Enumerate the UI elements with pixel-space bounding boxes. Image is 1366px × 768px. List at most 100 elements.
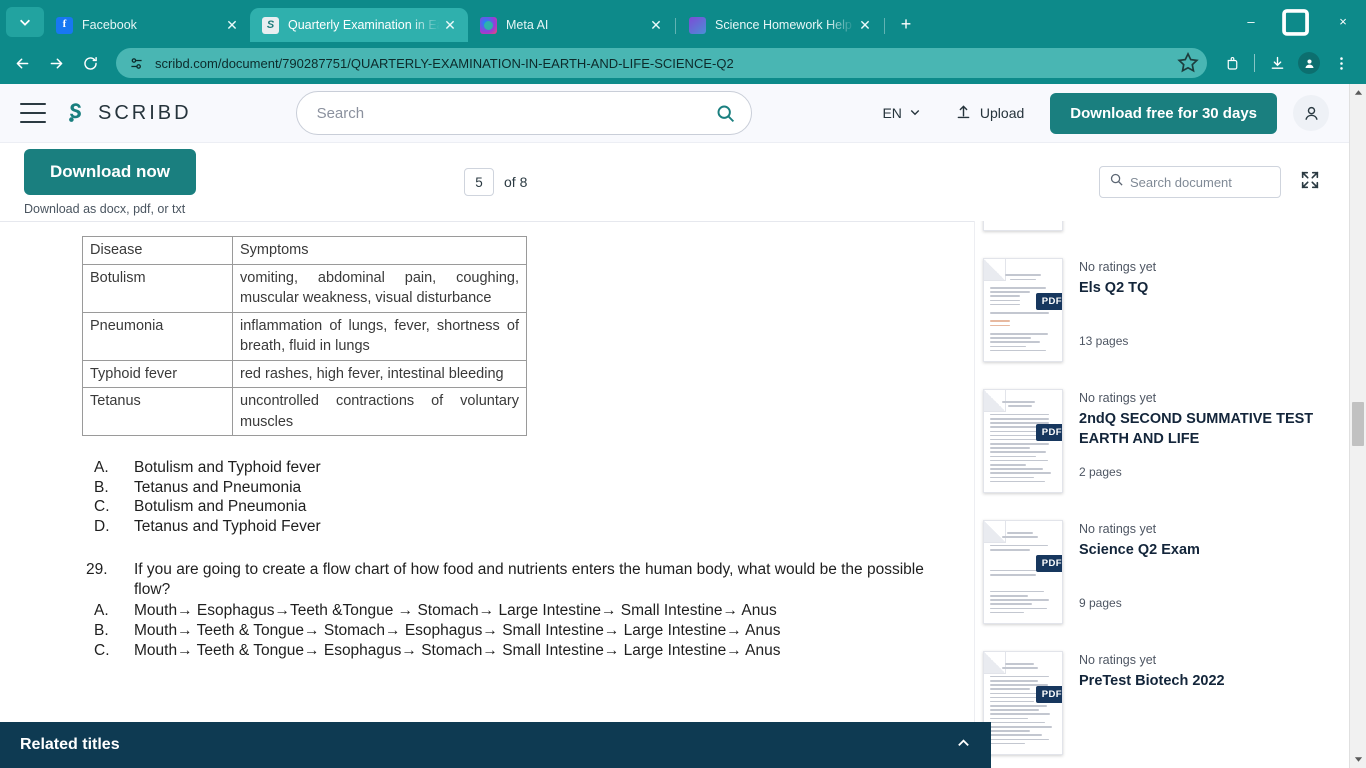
chevron-up-icon[interactable] (956, 736, 971, 755)
choice-d: D. Tetanus and Typhoid Fever (82, 517, 974, 537)
list-item[interactable]: PDF No ratings yet Science Q2 Exam 9 pag… (983, 512, 1329, 643)
related-titles-label: Related titles (20, 736, 120, 753)
search-icon[interactable] (709, 96, 743, 130)
question-29-choices: A. Mouth→ Esophagus→Teeth &Tongue → Stom… (82, 601, 974, 660)
document-search-input[interactable] (1130, 174, 1271, 190)
page-count: 13 pages (1079, 334, 1129, 348)
list-item[interactable]: PDF No ratings yet Els Q2 TQ 13 pages (983, 250, 1329, 381)
scribd-logo[interactable]: SCRIBD (62, 100, 192, 126)
profile-avatar[interactable] (1294, 48, 1324, 78)
tab-strip: f Facebook ✕ S Quarterly Examination in … (0, 0, 1366, 42)
reload-icon[interactable] (74, 47, 106, 79)
tab-facebook[interactable]: f Facebook ✕ (44, 8, 250, 42)
header-actions: EN Upload Download free for 30 days (866, 92, 1329, 134)
table-row: Pneumonia inflammation of lungs, fever, … (82, 311, 527, 361)
tab-meta-ai[interactable]: Meta AI ✕ (468, 8, 674, 42)
address-bar[interactable]: scribd.com/document/790287751/QUARTERLY-… (116, 48, 1207, 78)
search-input[interactable] (316, 104, 709, 122)
document-thumbnail[interactable]: PDF (983, 258, 1063, 362)
back-icon[interactable] (6, 47, 38, 79)
question-text: If you are going to create a flow chart … (134, 561, 924, 598)
list-item[interactable]: PDF No ratings yet PreTest Biotech 2022 (983, 643, 1329, 768)
choice-c: C. Botulism and Pneumonia (82, 497, 974, 517)
menu-icon[interactable] (20, 103, 46, 123)
scribd-site-header: SCRIBD EN Uploa (0, 84, 1349, 143)
current-page-input[interactable]: 5 (464, 168, 494, 196)
symptoms-cell: uncontrolled contractions of voluntary m… (232, 387, 527, 436)
choice-text: Mouth→ Esophagus→Teeth &Tongue → Stomach… (134, 602, 777, 619)
close-icon[interactable]: ✕ (222, 15, 242, 35)
table-row: Botulism vomiting, abdominal pain, cough… (82, 263, 527, 313)
tab-divider (675, 18, 676, 34)
browser-chrome: f Facebook ✕ S Quarterly Examination in … (0, 0, 1366, 84)
pdf-badge: PDF (1035, 293, 1062, 310)
document-thumbnail[interactable]: PDF (983, 520, 1063, 624)
upload-button[interactable]: Upload (937, 103, 1042, 123)
minimize-button[interactable]: – (1228, 6, 1274, 36)
upload-label: Upload (979, 105, 1025, 121)
rating-label: No ratings yet (1079, 391, 1157, 405)
related-titles-rail[interactable]: PDF 2022 PT 2 Earthlifesci11 3 pages PDF… (974, 221, 1349, 768)
new-tab-button[interactable]: + (892, 10, 920, 38)
scribd-icon: S (262, 16, 279, 34)
tab-title: Meta AI (506, 18, 549, 32)
download-free-trial-button[interactable]: Download free for 30 days (1050, 92, 1277, 134)
scroll-down-arrow[interactable] (1350, 751, 1366, 768)
tab-search-button[interactable] (6, 7, 44, 37)
related-title[interactable]: PreTest Biotech 2022 (1079, 671, 1329, 691)
download-now-button[interactable]: Download now (24, 148, 196, 195)
page-navigation: 5 of 8 (464, 168, 527, 196)
tab-title: Science Homework Help | Study (715, 18, 855, 32)
pdf-badge: PDF (1035, 424, 1062, 441)
scribd-mark-icon (62, 100, 88, 126)
downloads-icon[interactable] (1262, 48, 1292, 78)
page-scrollbar[interactable] (1349, 84, 1366, 768)
omnibox-row: scribd.com/document/790287751/QUARTERLY-… (0, 42, 1366, 84)
upload-icon (955, 103, 972, 123)
choice-letter: D. (94, 517, 110, 535)
list-item-meta: No ratings yet PreTest Biotech 2022 (1079, 651, 1329, 768)
site-settings-icon[interactable] (128, 55, 145, 72)
fullscreen-icon[interactable] (1299, 169, 1325, 195)
document-thumbnail[interactable]: PDF (983, 651, 1063, 755)
question-number: 29. (86, 561, 108, 578)
document-page-5: Disease Symptoms Botulism vomiting, abdo… (0, 222, 974, 660)
site-search[interactable] (295, 91, 752, 135)
choice-letter: C. (94, 641, 110, 659)
close-window-button[interactable]: × (1320, 6, 1366, 36)
close-icon[interactable]: ✕ (646, 15, 666, 35)
document-thumbnail[interactable]: PDF (983, 389, 1063, 493)
related-title[interactable]: 2ndQ SECOND SUMMATIVE TEST EARTH AND LIF… (1079, 409, 1329, 449)
scrollbar-thumb[interactable] (1352, 402, 1364, 446)
document-search[interactable] (1099, 166, 1281, 198)
extensions-icon[interactable] (1217, 48, 1247, 78)
bookmark-star-icon[interactable] (1175, 50, 1201, 76)
choice-letter: A. (94, 602, 109, 619)
disease-cell: Pneumonia (82, 311, 233, 361)
scroll-up-arrow[interactable] (1350, 84, 1366, 101)
list-item[interactable]: PDF 2022 PT 2 Earthlifesci11 3 pages (983, 221, 1329, 250)
document-thumbnail[interactable]: PDF (983, 221, 1063, 231)
close-icon[interactable]: ✕ (855, 15, 875, 35)
maximize-button[interactable] (1274, 6, 1320, 36)
language-selector[interactable]: EN (866, 105, 936, 121)
brand-text: SCRIBD (98, 101, 192, 124)
thumbnail-lines (990, 659, 1056, 747)
document-body[interactable]: Disease Symptoms Botulism vomiting, abdo… (0, 221, 974, 768)
chrome-menu-icon[interactable] (1326, 48, 1356, 78)
forward-icon[interactable] (40, 47, 72, 79)
related-title[interactable]: Science Q2 Exam (1079, 540, 1329, 560)
tab-scribd-quarterly-examination[interactable]: S Quarterly Examination in Earth a ✕ (250, 8, 468, 42)
tab-science-homework-help[interactable]: Science Homework Help | Study ✕ (677, 8, 883, 42)
symptoms-cell: vomiting, abdominal pain, coughing, musc… (232, 263, 527, 313)
scribd-page: SCRIBD EN Uploa (0, 84, 1349, 768)
list-item[interactable]: PDF No ratings yet 2ndQ SECOND SUMMATIVE… (983, 381, 1329, 512)
question-29-head: 29. If you are going to create a flow ch… (82, 560, 974, 600)
close-icon[interactable]: ✕ (440, 15, 460, 35)
disease-symptoms-table: Disease Symptoms Botulism vomiting, abdo… (82, 236, 527, 436)
disease-cell: Tetanus (82, 387, 233, 436)
omnibox-divider (1254, 54, 1255, 72)
related-title[interactable]: Els Q2 TQ (1079, 278, 1329, 298)
related-titles-bar[interactable]: Related titles (0, 722, 991, 768)
account-avatar[interactable] (1293, 95, 1329, 131)
